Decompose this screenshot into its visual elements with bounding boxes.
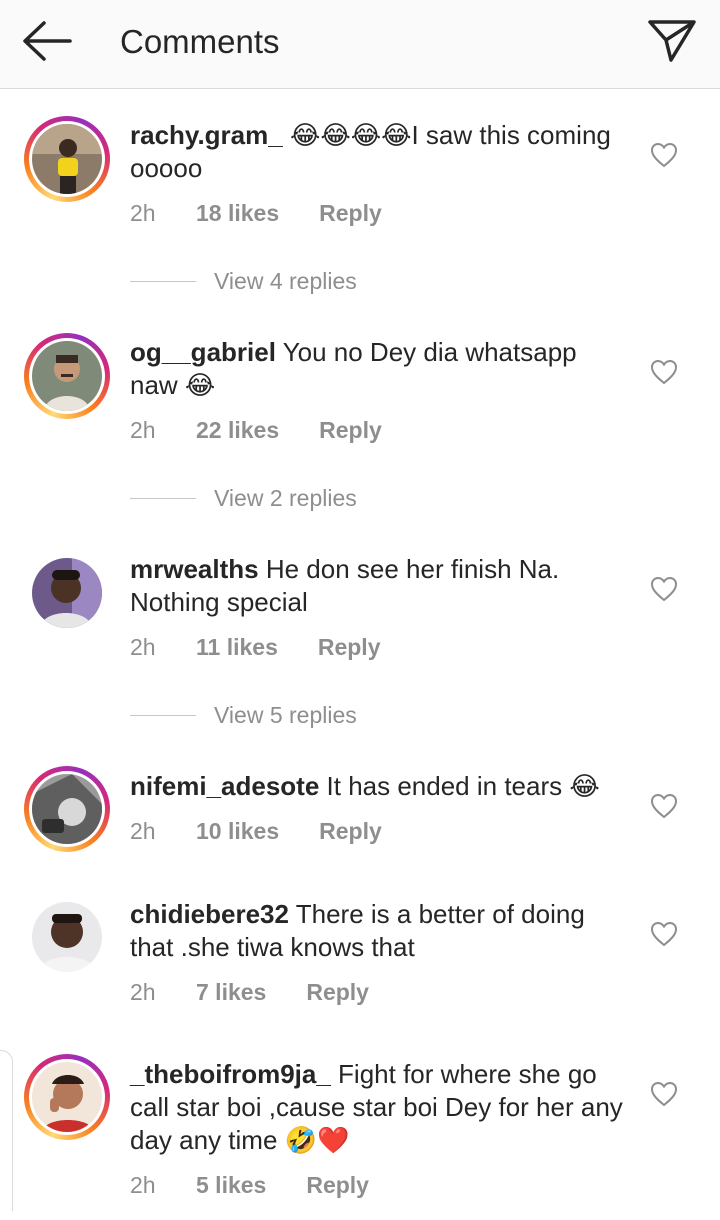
header-bar: Comments <box>0 0 720 89</box>
page-title: Comments <box>120 23 280 60</box>
heart-outline-icon[interactable] <box>650 359 678 385</box>
comment-time: 2h <box>130 818 156 844</box>
avatar[interactable] <box>24 333 110 419</box>
view-replies-label: View 4 replies <box>214 268 357 294</box>
comment-time: 2h <box>130 417 156 443</box>
divider-line <box>130 715 196 716</box>
heart-outline-icon[interactable] <box>650 142 678 168</box>
avatar[interactable] <box>24 894 110 980</box>
comment-meta: 2h 7 likes Reply <box>130 978 369 1006</box>
divider-line <box>130 281 196 282</box>
comment-username[interactable]: rachy.gram_ <box>130 120 283 150</box>
comment-likes[interactable]: 5 likes <box>196 1171 266 1199</box>
comment-username[interactable]: nifemi_adesote <box>130 771 319 801</box>
comment-text: mrwealths He don see her finish Na. Noth… <box>130 553 630 619</box>
view-replies-label: View 5 replies <box>214 702 357 728</box>
comment-text: _theboifrom9ja_ Fight for where she go c… <box>130 1058 630 1157</box>
comment-meta: 2h 5 likes Reply <box>130 1171 369 1199</box>
comment-likes[interactable]: 10 likes <box>196 817 279 845</box>
heart-outline-icon[interactable] <box>650 576 678 602</box>
reply-button[interactable]: Reply <box>319 199 382 227</box>
comment-meta: 2h 18 likes Reply <box>130 199 382 227</box>
user-photo <box>32 341 102 411</box>
comment-meta: 2h 22 likes Reply <box>130 416 382 444</box>
avatar[interactable] <box>24 1054 110 1140</box>
divider-line <box>130 498 196 499</box>
avatar[interactable] <box>24 550 110 636</box>
avatar[interactable] <box>24 116 110 202</box>
side-sheet-edge <box>0 1050 13 1211</box>
comment-time: 2h <box>130 1172 156 1198</box>
comment-username[interactable]: mrwealths <box>130 554 259 584</box>
reply-button[interactable]: Reply <box>306 1171 369 1199</box>
comment-meta: 2h 10 likes Reply <box>130 817 382 845</box>
heart-outline-icon[interactable] <box>650 793 678 819</box>
comment-text: og__gabriel You no Dey dia whatsapp naw … <box>130 336 630 402</box>
user-photo <box>32 124 102 194</box>
comment-likes[interactable]: 18 likes <box>196 199 279 227</box>
heart-outline-icon[interactable] <box>650 1081 678 1107</box>
reply-button[interactable]: Reply <box>306 978 369 1006</box>
comment-likes[interactable]: 11 likes <box>196 633 278 661</box>
comment-body: It has ended in tears 😂 <box>319 771 600 801</box>
avatar[interactable] <box>24 766 110 852</box>
user-photo <box>32 902 102 972</box>
comment-time: 2h <box>130 634 156 660</box>
user-photo <box>32 1062 102 1132</box>
comment-text: rachy.gram_ 😂😂😂😂I saw this coming ooooo <box>130 119 630 185</box>
comment-username[interactable]: chidiebere32 <box>130 899 289 929</box>
paper-plane-icon[interactable] <box>644 14 700 66</box>
reply-button[interactable]: Reply <box>319 817 382 845</box>
comment-text: chidiebere32 There is a better of doing … <box>130 898 630 964</box>
comment-time: 2h <box>130 200 156 226</box>
heart-outline-icon[interactable] <box>650 921 678 947</box>
reply-button[interactable]: Reply <box>319 416 382 444</box>
user-photo <box>32 558 102 628</box>
comment-time: 2h <box>130 979 156 1005</box>
comment-meta: 2h 11 likes Reply <box>130 633 381 661</box>
comment-username[interactable]: og__gabriel <box>130 337 276 367</box>
comment-likes[interactable]: 22 likes <box>196 416 279 444</box>
comment-text: nifemi_adesote It has ended in tears 😂 <box>130 770 630 803</box>
user-photo <box>32 774 102 844</box>
view-replies-label: View 2 replies <box>214 485 357 511</box>
arrow-left-icon[interactable] <box>18 18 78 64</box>
reply-button[interactable]: Reply <box>318 633 381 661</box>
comment-likes[interactable]: 7 likes <box>196 978 266 1006</box>
comment-username[interactable]: _theboifrom9ja_ <box>130 1059 331 1089</box>
